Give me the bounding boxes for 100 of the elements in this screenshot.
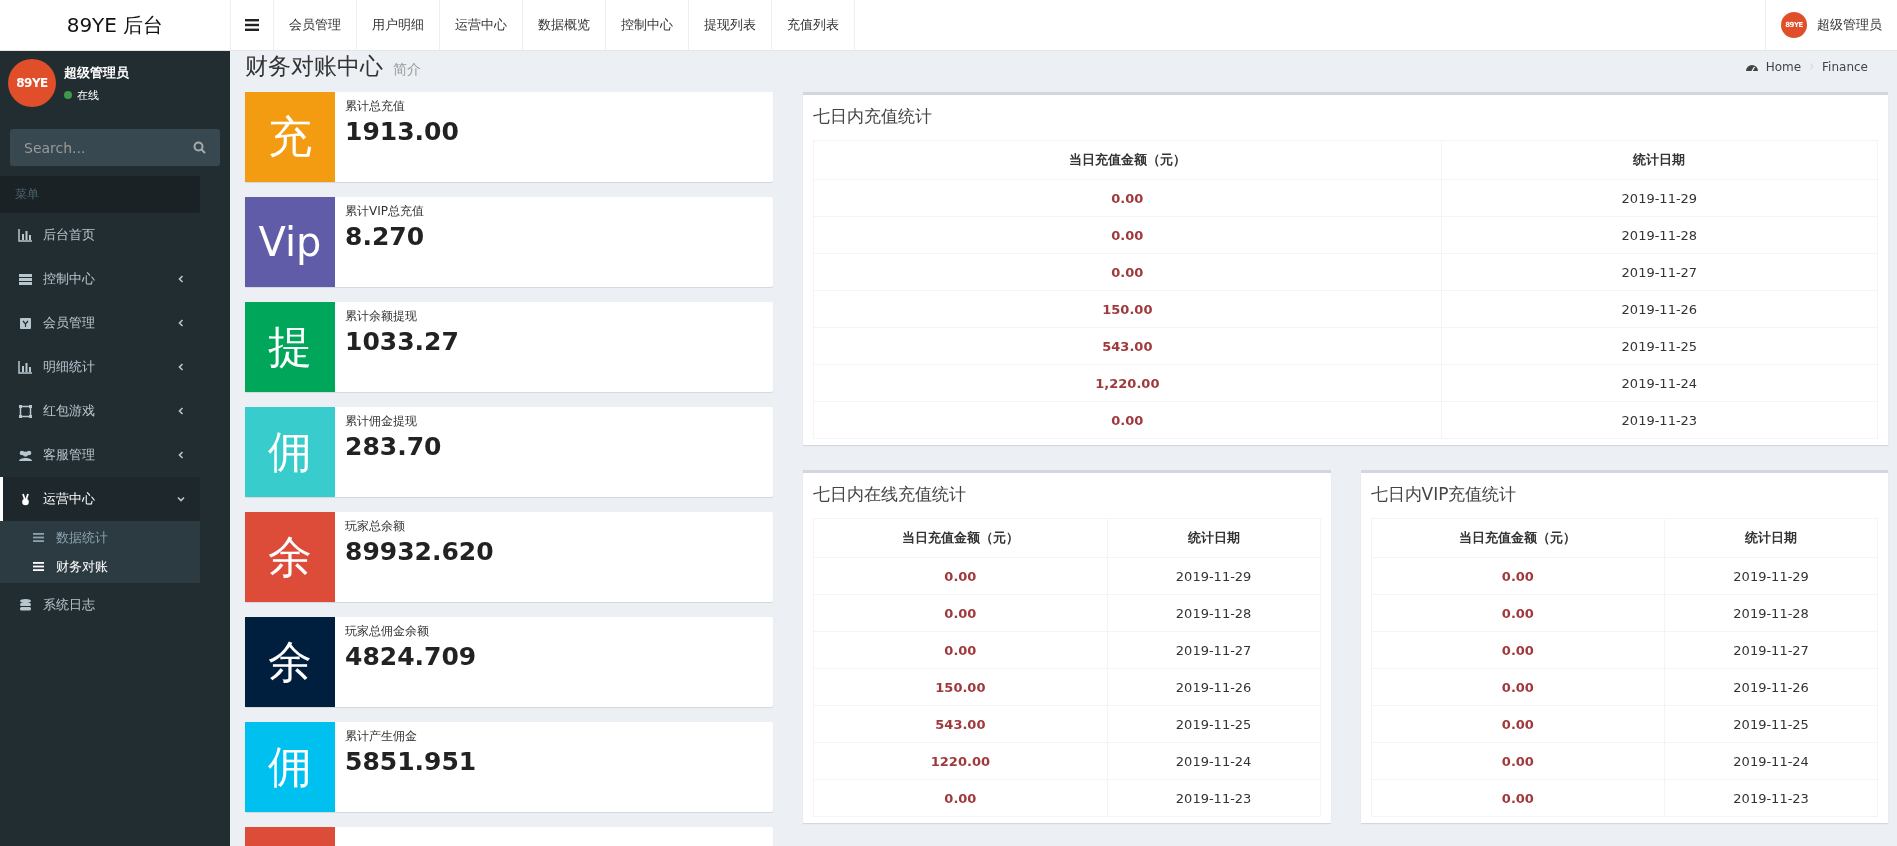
user-name[interactable]: 超级管理员 bbox=[1817, 16, 1882, 34]
amount-cell: 0.00 bbox=[813, 253, 1442, 291]
stat-icon-tile: 充 bbox=[245, 92, 335, 182]
menu-item-icon bbox=[18, 315, 33, 331]
nav-link[interactable]: 用户明细 bbox=[357, 0, 440, 50]
date-cell: 2019-11-25 bbox=[1107, 705, 1320, 743]
stat-label: 累计总充值 bbox=[345, 98, 406, 115]
date-cell: 2019-11-24 bbox=[1107, 742, 1320, 780]
date-cell: 2019-11-27 bbox=[1107, 631, 1320, 669]
amount-cell: 0.00 bbox=[813, 216, 1442, 254]
amount-cell: 0.00 bbox=[1371, 705, 1665, 743]
stat-label: 累计产生佣金 bbox=[345, 728, 418, 745]
amount-cell: 0.00 bbox=[813, 631, 1108, 669]
date-cell: 2019-11-27 bbox=[1441, 253, 1878, 291]
date-cell: 2019-11-26 bbox=[1441, 290, 1878, 328]
amount-cell: 0.00 bbox=[1371, 631, 1665, 669]
date-cell: 2019-11-29 bbox=[1107, 557, 1320, 595]
amount-cell: 543.00 bbox=[813, 705, 1108, 743]
amount-cell: 0.00 bbox=[813, 594, 1108, 632]
menu-item[interactable]: 系统日志 bbox=[0, 583, 200, 627]
date-cell: 2019-11-28 bbox=[1107, 594, 1320, 632]
list-icon bbox=[33, 562, 44, 571]
date-cell: 2019-11-26 bbox=[1107, 668, 1320, 706]
breadcrumb-link[interactable]: Home bbox=[1765, 59, 1802, 74]
amount-cell: 0.00 bbox=[813, 557, 1108, 595]
date-cell: 2019-11-27 bbox=[1664, 631, 1878, 669]
date-cell: 2019-11-28 bbox=[1441, 216, 1878, 254]
column-header: 统计日期 bbox=[1107, 518, 1320, 558]
column-header: 当日充值金额（元） bbox=[1371, 518, 1665, 558]
menu-item[interactable]: 客服管理 bbox=[0, 433, 200, 477]
nav-link[interactable]: 充值列表 bbox=[772, 0, 855, 50]
status-text: 在线 bbox=[77, 87, 99, 103]
date-cell: 2019-11-25 bbox=[1441, 327, 1878, 365]
page-title: 财务对账中心 bbox=[245, 52, 383, 81]
nav-link[interactable]: 会员管理 bbox=[274, 0, 357, 50]
stat-value: 283.70 bbox=[345, 432, 442, 461]
chevron-left-icon bbox=[177, 451, 185, 459]
amount-cell: 0.00 bbox=[813, 779, 1108, 817]
chevron-left-icon bbox=[177, 407, 185, 415]
menu-item[interactable]: 红包游戏 bbox=[0, 389, 200, 433]
menu-item-icon bbox=[18, 227, 33, 243]
panel-title: 七日内VIP充值统计 bbox=[1370, 483, 1517, 506]
stat-icon-tile: 佣 bbox=[245, 407, 335, 497]
panel-title: 七日内在线充值统计 bbox=[813, 483, 966, 506]
date-cell: 2019-11-29 bbox=[1664, 557, 1878, 595]
menu-item-icon bbox=[18, 359, 33, 375]
column-header: 当日充值金额（元） bbox=[813, 518, 1108, 558]
submenu-item[interactable]: 数据统计 bbox=[0, 523, 200, 552]
amount-cell: 150.00 bbox=[813, 290, 1442, 328]
stat-label: 累计佣金提现 bbox=[345, 413, 418, 430]
amount-cell: 1,220.00 bbox=[813, 364, 1442, 402]
breadcrumb-link[interactable]: Finance bbox=[1822, 59, 1868, 74]
stat-value: 5851.951 bbox=[345, 747, 477, 776]
amount-cell: 1220.00 bbox=[813, 742, 1108, 780]
date-cell: 2019-11-25 bbox=[1664, 705, 1878, 743]
stat-label: 玩家总余额 bbox=[345, 518, 406, 535]
menu-item[interactable]: 明细统计 bbox=[0, 345, 200, 389]
menu-item[interactable]: 后台首页 bbox=[0, 213, 200, 257]
amount-cell: 543.00 bbox=[813, 327, 1442, 365]
chevron-left-icon bbox=[177, 363, 185, 371]
stat-icon-tile: 余 bbox=[245, 512, 335, 602]
nav-link[interactable]: 控制中心 bbox=[606, 0, 689, 50]
nav-link[interactable]: 运营中心 bbox=[440, 0, 523, 50]
date-cell: 2019-11-23 bbox=[1664, 779, 1878, 817]
column-header: 统计日期 bbox=[1441, 140, 1878, 180]
search-icon[interactable] bbox=[193, 141, 206, 154]
amount-cell: 0.00 bbox=[1371, 557, 1665, 595]
nav-link[interactable]: 数据概览 bbox=[523, 0, 606, 50]
online-status-dot bbox=[64, 91, 72, 99]
date-cell: 2019-11-26 bbox=[1664, 668, 1878, 706]
amount-cell: 150.00 bbox=[813, 668, 1108, 706]
brand-logo[interactable]: 89YE 后台 bbox=[0, 0, 231, 50]
column-header: 当日充值金额（元） bbox=[813, 140, 1442, 180]
menu-item[interactable]: 会员管理 bbox=[0, 301, 200, 345]
search-field[interactable]: Search... bbox=[10, 129, 220, 166]
submenu-item[interactable]: 财务对账 bbox=[0, 552, 200, 581]
amount-cell: 0.00 bbox=[813, 401, 1442, 439]
nav-link[interactable]: 提现列表 bbox=[689, 0, 772, 50]
date-cell: 2019-11-28 bbox=[1664, 594, 1878, 632]
user-name: 超级管理员 bbox=[64, 63, 129, 82]
avatar-logo: 89YE bbox=[8, 59, 56, 107]
stat-icon-tile: 提 bbox=[245, 302, 335, 392]
date-cell: 2019-11-24 bbox=[1441, 364, 1878, 402]
amount-cell: 0.00 bbox=[1371, 742, 1665, 780]
stat-icon-tile: 余 bbox=[245, 617, 335, 707]
amount-cell: 0.00 bbox=[1371, 779, 1665, 817]
date-cell: 2019-11-24 bbox=[1664, 742, 1878, 780]
menu-item[interactable]: 运营中心 bbox=[0, 477, 200, 521]
stat-label: 玩家总佣金余额 bbox=[345, 623, 430, 640]
chevron-down-icon bbox=[177, 495, 185, 503]
date-cell: 2019-11-29 bbox=[1441, 179, 1878, 217]
menu-item-icon bbox=[18, 597, 33, 613]
menu-item-icon bbox=[18, 403, 33, 419]
stat-value: 1913.00 bbox=[345, 117, 459, 146]
menu-icon[interactable] bbox=[245, 19, 259, 31]
chevron-left-icon bbox=[177, 275, 185, 283]
stat-value: 8.270 bbox=[345, 222, 425, 251]
amount-cell: 0.00 bbox=[1371, 594, 1665, 632]
list-icon bbox=[33, 533, 44, 542]
menu-item[interactable]: 控制中心 bbox=[0, 257, 200, 301]
